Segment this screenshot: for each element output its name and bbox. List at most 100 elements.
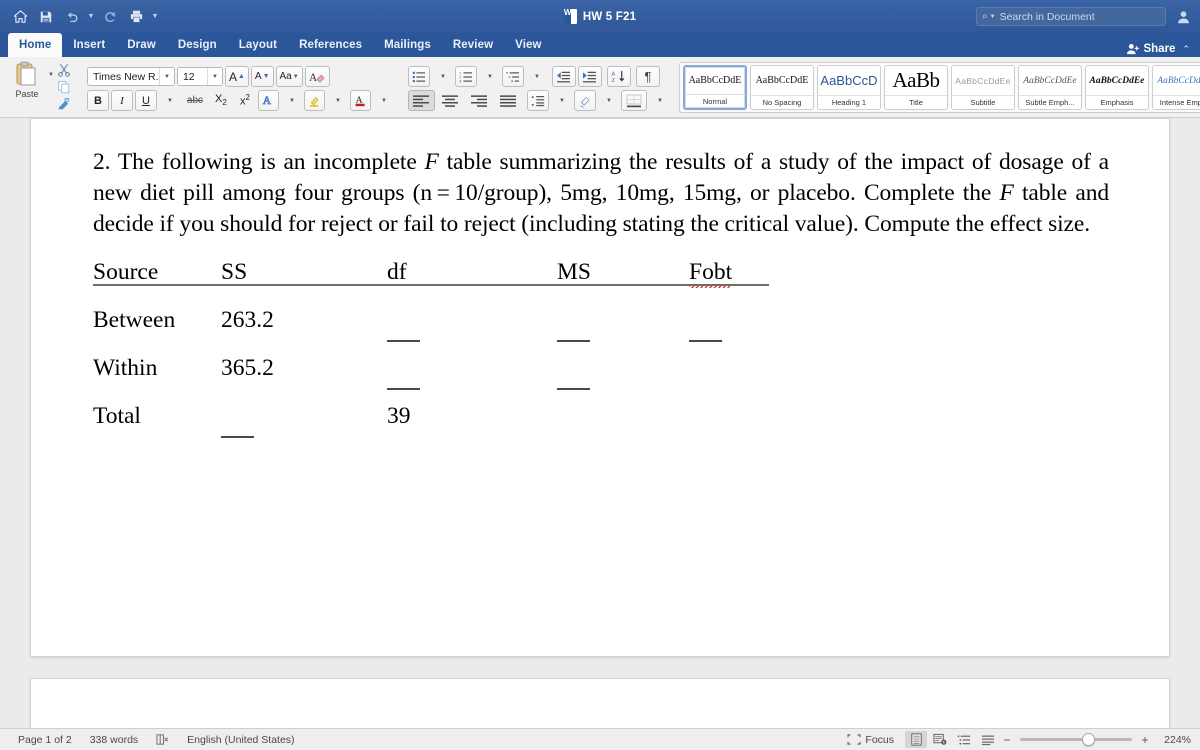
undo-icon[interactable] xyxy=(60,5,84,29)
tab-design[interactable]: Design xyxy=(167,33,228,57)
page-indicator[interactable]: Page 1 of 2 xyxy=(9,734,81,746)
document-canvas[interactable]: 2. The following is an incomplete F tabl… xyxy=(0,118,1200,728)
line-spacing-button[interactable] xyxy=(526,90,549,111)
outline-view-button[interactable] xyxy=(953,731,975,748)
highlight-dropdown-icon[interactable]: ▼ xyxy=(327,90,348,111)
text-effects-dropdown-icon[interactable]: ▼ xyxy=(281,90,302,111)
decrease-indent-button[interactable] xyxy=(551,66,576,87)
zoom-out-button[interactable]: − xyxy=(1001,733,1013,747)
italic-button[interactable]: I xyxy=(110,90,133,111)
borders-dropdown-icon[interactable]: ▼ xyxy=(649,90,670,111)
style-name: Emphasis xyxy=(1085,95,1148,109)
style-heading-1[interactable]: AaBbCcD Heading 1 xyxy=(816,65,881,110)
subscript-button[interactable]: X2 xyxy=(210,90,232,111)
format-painter-icon[interactable] xyxy=(56,96,73,112)
blank-line xyxy=(557,340,590,342)
style-normal[interactable]: AaBbCcDdE Normal xyxy=(682,65,747,110)
zoom-level[interactable]: 224% xyxy=(1153,734,1191,746)
shading-button[interactable] xyxy=(573,90,596,111)
clear-formatting-button[interactable]: A xyxy=(304,66,330,87)
anova-table[interactable]: Source SS df MS Fobt Between 263.2 Withi… xyxy=(93,257,1109,449)
text-effects-button[interactable]: A xyxy=(257,90,279,111)
save-icon[interactable] xyxy=(34,5,58,29)
multilevel-list-button[interactable] xyxy=(501,66,524,87)
copy-icon[interactable] xyxy=(56,79,73,95)
numbered-list-dropdown-icon[interactable]: ▼ xyxy=(479,66,500,87)
undo-dropdown-icon[interactable]: ▼ xyxy=(86,6,96,28)
font-name-combo[interactable]: Times New R... ▼ xyxy=(86,67,175,86)
font-color-button[interactable]: A xyxy=(349,90,371,111)
document-page-2[interactable] xyxy=(30,678,1170,728)
font-size-combo[interactable]: 12 ▼ xyxy=(176,67,223,86)
zoom-slider[interactable] xyxy=(1020,731,1132,748)
align-center-button[interactable] xyxy=(437,90,464,111)
zoom-handle[interactable] xyxy=(1082,733,1095,746)
style-no-spacing[interactable]: AaBbCcDdE No Spacing xyxy=(749,65,814,110)
bullet-list-dropdown-icon[interactable]: ▼ xyxy=(432,66,453,87)
change-case-button[interactable]: Aa ▼ xyxy=(275,66,303,87)
shrink-font-arrow-icon: ▼ xyxy=(262,73,270,80)
font-color-dropdown-icon[interactable]: ▼ xyxy=(373,90,394,111)
style-intense-emphasis[interactable]: AaBbCcDdEe Intense Emp... xyxy=(1151,65,1200,110)
tab-view[interactable]: View xyxy=(504,33,552,57)
customize-quick-access-icon[interactable]: ▼ xyxy=(150,6,160,28)
print-layout-view-button[interactable] xyxy=(905,731,927,748)
language-indicator[interactable]: English (United States) xyxy=(178,734,303,746)
share-button[interactable]: Share xyxy=(1126,43,1175,55)
cut-icon[interactable] xyxy=(56,62,73,78)
focus-mode-button[interactable]: Focus xyxy=(838,734,903,746)
print-icon[interactable] xyxy=(124,5,148,29)
tab-insert[interactable]: Insert xyxy=(62,33,116,57)
search-dropdown-icon[interactable]: ▼ xyxy=(990,14,996,20)
sort-button[interactable]: AZ xyxy=(606,66,631,87)
underline-dropdown-icon[interactable]: ▼ xyxy=(159,90,180,111)
home-icon[interactable] xyxy=(8,5,32,29)
strikethrough-button[interactable]: abc xyxy=(182,90,208,111)
tab-draw[interactable]: Draw xyxy=(116,33,167,57)
increase-indent-button[interactable] xyxy=(577,66,602,87)
style-title[interactable]: AaBb Title xyxy=(883,65,948,110)
proofing-errors-icon[interactable] xyxy=(147,733,178,746)
superscript-button[interactable]: x2 xyxy=(234,90,256,111)
paste-dropdown-icon[interactable]: ▼ xyxy=(48,60,54,78)
justify-button[interactable] xyxy=(495,90,522,111)
collapse-ribbon-icon[interactable]: ⌃ xyxy=(1182,44,1190,55)
tab-layout[interactable]: Layout xyxy=(228,33,288,57)
shading-dropdown-icon[interactable]: ▼ xyxy=(598,90,619,111)
grow-font-button[interactable]: A ▲ xyxy=(224,66,249,87)
style-subtitle[interactable]: AaBbCcDdEe Subtitle xyxy=(950,65,1015,110)
web-layout-view-button[interactable] xyxy=(929,731,951,748)
redo-icon[interactable] xyxy=(98,5,122,29)
draft-view-button[interactable] xyxy=(977,731,999,748)
align-right-button[interactable] xyxy=(466,90,493,111)
zoom-in-button[interactable]: + xyxy=(1139,733,1151,747)
underline-button[interactable]: U xyxy=(134,90,157,111)
line-spacing-icon xyxy=(531,95,545,106)
question-italic-f-1: F xyxy=(424,149,439,175)
font-size-dropdown-icon[interactable]: ▼ xyxy=(206,68,222,85)
paste-button[interactable]: Paste xyxy=(8,60,46,99)
multilevel-list-dropdown-icon[interactable]: ▼ xyxy=(526,66,547,87)
tab-review[interactable]: Review xyxy=(442,33,504,57)
style-emphasis[interactable]: AaBbCcDdEe Emphasis xyxy=(1084,65,1149,110)
tab-home[interactable]: Home xyxy=(8,33,63,57)
show-formatting-marks-button[interactable]: ¶ xyxy=(635,66,660,87)
shrink-font-button[interactable]: A ▼ xyxy=(250,66,274,87)
highlight-button[interactable] xyxy=(303,90,325,111)
align-left-button[interactable] xyxy=(407,90,435,111)
word-count[interactable]: 338 words xyxy=(81,734,147,746)
document-page-1[interactable]: 2. The following is an incomplete F tabl… xyxy=(30,118,1170,657)
account-icon[interactable] xyxy=(1174,7,1192,27)
bullet-list-button[interactable] xyxy=(407,66,430,87)
font-name-dropdown-icon[interactable]: ▼ xyxy=(158,68,174,85)
search-input[interactable]: ⌕ ▼ Search in Document xyxy=(976,7,1166,26)
bold-button[interactable]: B xyxy=(86,90,109,111)
tab-references[interactable]: References xyxy=(288,33,373,57)
numbered-list-button[interactable]: 123 xyxy=(454,66,477,87)
borders-button[interactable] xyxy=(620,90,647,111)
table-header-source: Source xyxy=(93,259,159,285)
style-subtle-emphasis[interactable]: AaBbCcDdEe Subtle Emph... xyxy=(1017,65,1082,110)
tab-mailings[interactable]: Mailings xyxy=(373,33,442,57)
line-spacing-dropdown-icon[interactable]: ▼ xyxy=(551,90,572,111)
change-case-dropdown-icon[interactable]: ▼ xyxy=(293,74,299,80)
